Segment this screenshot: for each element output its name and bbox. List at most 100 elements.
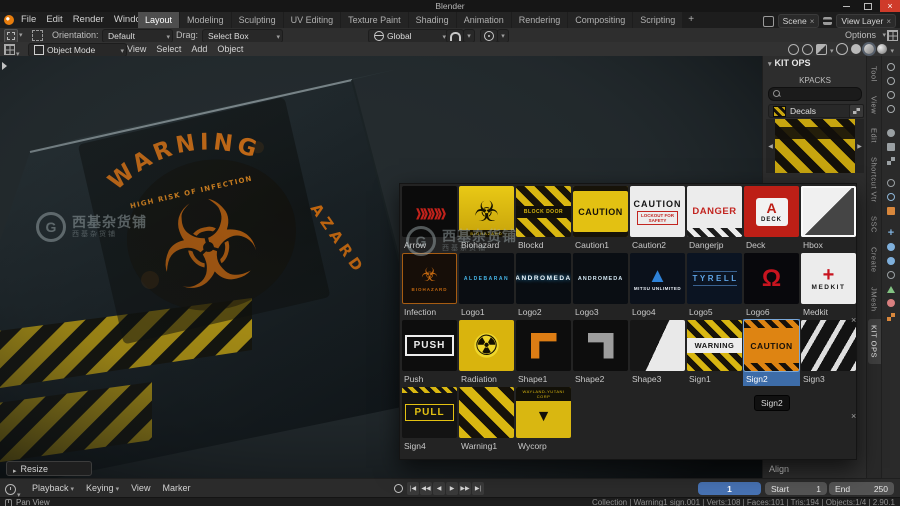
chevron-down-icon[interactable]	[768, 58, 772, 68]
view-layer-selector[interactable]: View Layer	[836, 14, 896, 28]
timeline-menu-playback[interactable]: Playback	[26, 479, 80, 499]
decal-item-warning1[interactable]: Warning1	[458, 386, 515, 453]
workspace-tab-animation[interactable]: Animation	[457, 12, 511, 28]
workspace-tab-scripting[interactable]: Scripting	[633, 12, 682, 28]
add-workspace-button[interactable]: +	[683, 12, 699, 28]
sidebar-tab-kit-ops[interactable]: KIT OPS	[868, 319, 881, 364]
decal-item-deck[interactable]: ADECKDeck	[743, 185, 800, 252]
timeline-menu-view[interactable]: View	[125, 479, 156, 498]
panel-close-icon[interactable]	[851, 412, 856, 421]
maximize-button[interactable]	[858, 0, 878, 12]
workspace-tab-sculpting[interactable]: Sculpting	[232, 12, 283, 28]
snap-options-dropdown[interactable]	[463, 29, 475, 43]
viewport-menu-object[interactable]: Object	[212, 42, 248, 56]
current-frame-field[interactable]: 1	[698, 482, 761, 495]
workspace-tab-modeling[interactable]: Modeling	[180, 12, 231, 28]
panel-close-icon[interactable]	[851, 316, 856, 325]
jump-to-start-button[interactable]: |◀	[407, 482, 419, 495]
decal-item-shape2[interactable]: Shape2	[572, 319, 629, 386]
timeline-menu-keying[interactable]: Keying	[80, 479, 125, 499]
decal-item-logo5[interactable]: TYRELLLogo5	[686, 252, 743, 319]
viewlayer-props-icon[interactable]	[887, 154, 895, 168]
clear-scene-icon[interactable]	[810, 16, 815, 26]
workspace-tab-uv-editing[interactable]: UV Editing	[284, 12, 341, 28]
decal-item-sign2[interactable]: CAUTIONSign2	[743, 319, 800, 386]
eye-icon[interactable]	[887, 102, 895, 116]
play-reverse-button[interactable]: ◀	[433, 482, 445, 495]
timeline-menu-marker[interactable]: Marker	[156, 479, 196, 498]
texture-props-icon[interactable]	[887, 310, 895, 324]
decal-item-biohazard[interactable]: ☣BIOHAZARDBiohazard	[458, 185, 515, 252]
prev-decal-button[interactable]: ◀	[766, 119, 775, 173]
data-props-icon[interactable]	[887, 282, 895, 296]
decal-item-medkit[interactable]: +MEDKITMedkit	[800, 252, 857, 319]
transform-orientation-dropdown[interactable]: Global	[368, 29, 449, 43]
proportional-edit-toggle[interactable]	[480, 29, 498, 43]
render-props-icon[interactable]	[887, 126, 895, 140]
decal-item-logo4[interactable]: ▲MITSU UNLIMITEDLogo4	[629, 252, 686, 319]
jump-to-end-button[interactable]: ▶|	[472, 482, 484, 495]
workspace-tab-texture-paint[interactable]: Texture Paint	[341, 12, 408, 28]
decal-item-shape3[interactable]: Shape3	[629, 319, 686, 386]
operator-panel[interactable]: Resize	[6, 461, 92, 476]
eye-icon[interactable]	[887, 60, 895, 74]
menu-file[interactable]: File	[16, 12, 41, 28]
decal-item-hbox[interactable]: Hbox	[800, 185, 857, 252]
sidebar-tab-ssc[interactable]: SSC	[868, 210, 881, 239]
workspace-tab-shading[interactable]: Shading	[409, 12, 456, 28]
viewport-menu-add[interactable]: Add	[186, 42, 212, 56]
next-decal-button[interactable]: ▶	[855, 119, 864, 173]
decal-item-logo3[interactable]: ANDROMEDALogo3	[572, 252, 629, 319]
decal-item-push[interactable]: PUSHPush	[401, 319, 458, 386]
decal-item-logo2[interactable]: ANDROMEDALogo2	[515, 252, 572, 319]
kpack-search[interactable]	[768, 87, 862, 101]
sidebar-tab-edit[interactable]: Edit	[868, 122, 881, 149]
search-input[interactable]	[783, 88, 859, 100]
sidebar-tab-tool[interactable]: Tool	[868, 60, 881, 88]
decal-item-logo6[interactable]: ΩLogo6	[743, 252, 800, 319]
workspace-tab-compositing[interactable]: Compositing	[568, 12, 632, 28]
decal-item-sign3[interactable]: Sign3	[800, 319, 857, 386]
select-box-tool-icon[interactable]	[32, 30, 43, 41]
frame-end-field[interactable]: End 250	[829, 482, 894, 495]
proportional-edit-dropdown[interactable]	[497, 29, 509, 43]
workspace-tab-layout[interactable]: Layout	[138, 12, 179, 28]
decal-item-radiation[interactable]: ☢Radiation	[458, 319, 515, 386]
menu-render[interactable]: Render	[68, 12, 109, 28]
object-props-icon[interactable]	[887, 204, 895, 218]
editor-type-icon[interactable]	[4, 44, 15, 55]
world-props-icon[interactable]	[887, 190, 895, 204]
decal-item-caution1[interactable]: CAUTIONCaution1	[572, 185, 629, 252]
sidebar-tab-create[interactable]: Create	[868, 241, 881, 279]
scene-props-icon[interactable]	[887, 176, 895, 190]
output-props-icon[interactable]	[887, 140, 895, 154]
particles-props-icon[interactable]	[887, 240, 895, 254]
auto-key-icon[interactable]	[394, 484, 403, 493]
mode-dropdown[interactable]: Object Mode	[28, 43, 127, 57]
snap-toggle[interactable]	[446, 29, 464, 43]
decal-item-sign1[interactable]: WARNINGSign1	[686, 319, 743, 386]
decal-item-blockd[interactable]: BLOCK DOORBlockd	[515, 185, 572, 252]
orientation-dropdown[interactable]: Default	[102, 29, 173, 43]
play-button[interactable]: ▶	[446, 482, 458, 495]
prev-keyframe-button[interactable]: ◀◀	[420, 482, 432, 495]
chevron-down-icon[interactable]	[19, 29, 23, 39]
show-gizmo-icon[interactable]	[788, 44, 799, 55]
eye-icon[interactable]	[887, 74, 895, 88]
shading-material-icon[interactable]	[864, 44, 874, 54]
blender-logo-icon[interactable]	[4, 15, 14, 25]
browser-view-button[interactable]	[849, 104, 864, 118]
eye-icon[interactable]	[887, 88, 895, 102]
sidebar-tab-view[interactable]: View	[868, 90, 881, 120]
frame-start-field[interactable]: Start 1	[765, 482, 827, 495]
crate-object[interactable]: WARNING HIGH RISK OF INFECTION ☣ AZARD	[0, 68, 436, 478]
timeline-editor-icon[interactable]	[5, 484, 16, 495]
decal-item-arrow[interactable]: »»»»Arrow	[401, 185, 458, 252]
kpack-category-dropdown[interactable]: Decals	[768, 104, 858, 118]
options-menu[interactable]: Options	[845, 28, 876, 42]
close-button[interactable]	[880, 0, 900, 12]
viewport-menu-select[interactable]: Select	[151, 42, 186, 56]
menu-edit[interactable]: Edit	[41, 12, 67, 28]
show-overlays-icon[interactable]	[802, 44, 813, 55]
expand-toolbar-button[interactable]	[2, 62, 7, 70]
